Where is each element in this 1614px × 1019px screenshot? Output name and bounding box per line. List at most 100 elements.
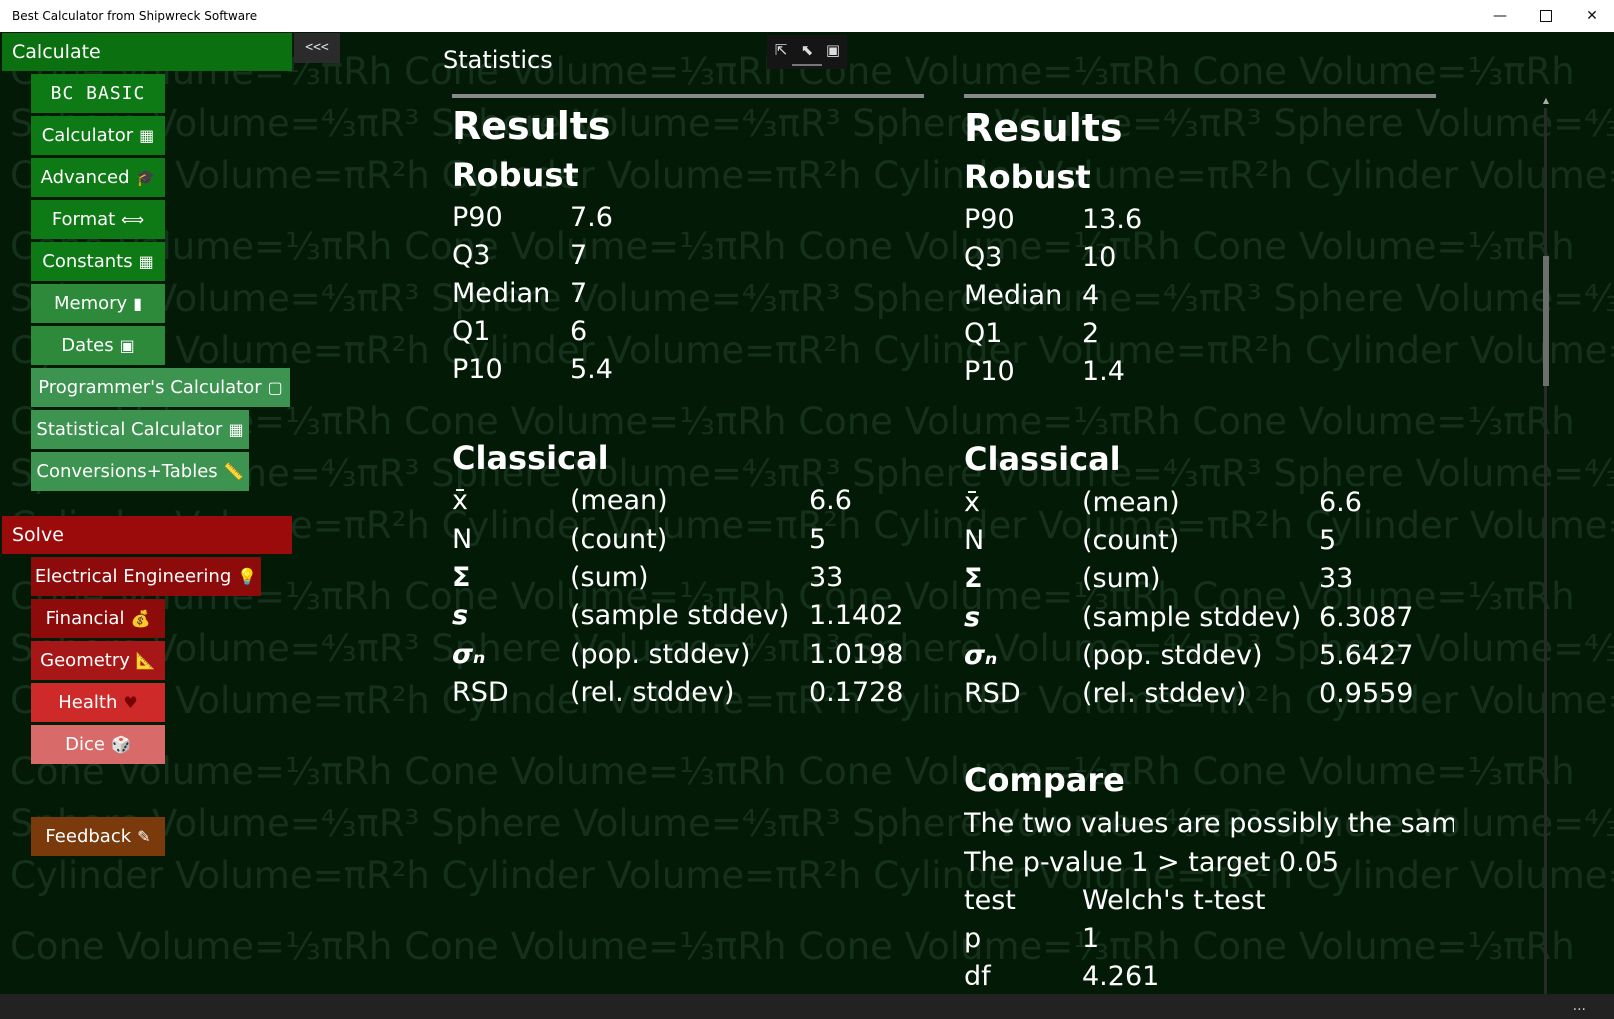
- stat-symbol: RSD: [452, 677, 509, 708]
- nav-label: Advanced: [40, 167, 130, 188]
- nav-label: Statistical Calculator: [36, 419, 223, 440]
- nav-constants[interactable]: Constants ▦: [31, 242, 165, 281]
- more-options-icon[interactable]: ...: [1573, 998, 1586, 1014]
- arrows-horizontal-icon: ⟺: [121, 210, 145, 229]
- compare-summary: The two values are possibly the same.: [964, 808, 1454, 839]
- maximize-button[interactable]: [1523, 0, 1569, 32]
- robust-title: Robust: [452, 156, 579, 194]
- nav-label: Feedback: [45, 826, 132, 847]
- nav-programmers-calculator[interactable]: Programmer's Calculator ▢: [31, 368, 290, 407]
- chip-icon: ▢: [267, 378, 283, 397]
- stat-value: 6.3087: [1319, 602, 1414, 633]
- stat-value: 0.1728: [809, 677, 904, 708]
- stat-label: P90: [452, 202, 503, 233]
- stat-value: 1.1402: [809, 600, 904, 631]
- stat-value: 5: [809, 524, 827, 555]
- app-bar: ...: [0, 994, 1614, 1019]
- title-bar: Best Calculator from Shipwreck Software …: [0, 0, 1614, 33]
- stat-value: 33: [809, 562, 844, 593]
- view-toolbar: ⇱ ⬉ ▣: [767, 35, 847, 69]
- stat-desc: (sample stddev): [1082, 602, 1302, 633]
- stat-desc: (pop. stddev): [1082, 640, 1263, 671]
- compare-value: 1: [1082, 923, 1100, 954]
- compare-label: p: [964, 923, 982, 954]
- nav-memory[interactable]: Memory ▮: [31, 284, 165, 323]
- stat-symbol: N: [452, 524, 473, 555]
- money-bag-icon: 💰: [130, 609, 151, 628]
- toolbar-handle[interactable]: [792, 64, 822, 66]
- nav-advanced[interactable]: Advanced 🎓: [31, 158, 165, 197]
- nav-dates[interactable]: Dates ▣: [31, 326, 165, 365]
- stat-desc: (sample stddev): [570, 600, 790, 631]
- stat-value: 7.6: [570, 202, 613, 233]
- scroll-up-icon[interactable]: ▲: [1542, 96, 1550, 105]
- nav-label: BC BASIC: [50, 83, 146, 104]
- scroll-track[interactable]: [1544, 108, 1547, 994]
- book-icon: ▮: [133, 294, 143, 313]
- stat-label: Q1: [964, 318, 1003, 349]
- window-title: Best Calculator from Shipwreck Software: [12, 9, 258, 23]
- nav-financial[interactable]: Financial 💰: [31, 599, 165, 638]
- stat-value: 7: [570, 278, 588, 309]
- pointer-icon[interactable]: ⬉: [797, 40, 817, 60]
- stat-symbol: s: [452, 600, 469, 631]
- nav-label: Dates: [61, 335, 114, 356]
- stat-label: Q3: [452, 240, 491, 271]
- divider: [452, 94, 924, 98]
- robust-title: Robust: [964, 158, 1091, 196]
- vertical-scrollbar[interactable]: ▲ ▼: [1542, 96, 1550, 1019]
- stat-desc: (sum): [1082, 563, 1161, 594]
- nav-label: Format: [51, 209, 116, 230]
- stat-label: P10: [964, 356, 1015, 387]
- stat-value: 1.4: [1082, 356, 1125, 387]
- dice-icon: 🎲: [110, 735, 131, 754]
- nav-geometry[interactable]: Geometry 📐: [31, 641, 165, 680]
- stat-value: 2: [1082, 318, 1100, 349]
- nav-label: Electrical Engineering: [34, 566, 232, 587]
- nav-dice[interactable]: Dice 🎲: [31, 725, 165, 764]
- stat-value: 7: [570, 240, 588, 271]
- keyboard-icon: ▦: [138, 252, 154, 271]
- stat-desc: (mean): [570, 485, 668, 516]
- stat-symbol: Σ: [452, 562, 471, 593]
- calendar-icon: ▣: [119, 336, 135, 355]
- nav-label: Geometry: [40, 650, 130, 671]
- nav-calculator[interactable]: Calculator ▦: [31, 116, 165, 155]
- nav-format[interactable]: Format ⟺: [31, 200, 165, 239]
- divider: [964, 94, 1436, 98]
- scroll-thumb[interactable]: [1543, 256, 1549, 386]
- collapse-sidebar-button[interactable]: <<<: [294, 33, 340, 63]
- stat-value: 6.6: [809, 485, 852, 516]
- stat-value: 0.9559: [1319, 678, 1414, 709]
- stat-value: 5.6427: [1319, 640, 1414, 671]
- stat-label: Median: [452, 278, 551, 309]
- solve-header[interactable]: Solve: [2, 516, 292, 554]
- stat-symbol: σₙ: [964, 640, 998, 671]
- stat-value: 6: [570, 316, 588, 347]
- page-title: Statistics: [443, 46, 553, 74]
- nav-conversions-tables[interactable]: Conversions+Tables 📏: [31, 452, 249, 491]
- minimize-button[interactable]: —: [1477, 0, 1523, 32]
- results-title: Results: [452, 104, 611, 148]
- nav-statistical-calculator[interactable]: Statistical Calculator ▦: [31, 410, 249, 449]
- share-icon[interactable]: ⇱: [771, 40, 791, 60]
- stat-desc: (count): [570, 524, 668, 555]
- stat-label: Q1: [452, 316, 491, 347]
- calculator-icon: ▦: [139, 126, 155, 145]
- stat-value: 1.0198: [809, 639, 904, 670]
- stat-desc: (rel. stddev): [570, 677, 735, 708]
- stat-value: 13.6: [1082, 204, 1143, 235]
- stat-desc: (pop. stddev): [570, 639, 751, 670]
- nav-bc-basic[interactable]: BC BASIC: [31, 74, 165, 113]
- calculate-header[interactable]: Calculate: [2, 33, 292, 71]
- nav-health[interactable]: Health ♥: [31, 683, 165, 722]
- fullscreen-icon[interactable]: ▣: [823, 40, 843, 60]
- app-surface: Cone Volume=⅓πRh Cone Volume=⅓πRh Cone V…: [0, 32, 1614, 1019]
- close-button[interactable]: ✕: [1569, 0, 1614, 32]
- feedback-button[interactable]: Feedback ✎: [31, 817, 165, 856]
- nav-electrical-engineering[interactable]: Electrical Engineering 💡: [31, 557, 261, 596]
- results-title: Results: [964, 106, 1123, 150]
- stat-symbol: s: [964, 602, 981, 633]
- stat-label: P10: [452, 354, 503, 385]
- nav-label: Dice: [65, 734, 105, 755]
